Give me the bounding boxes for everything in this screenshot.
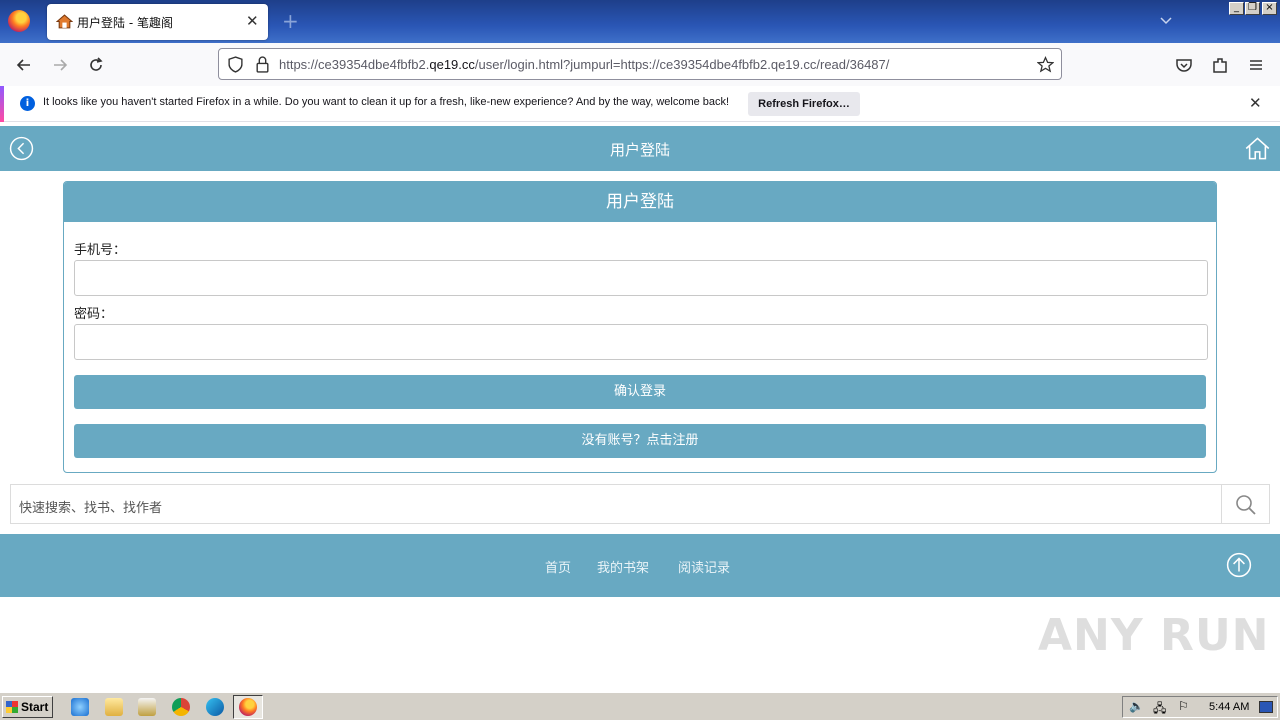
home-icon[interactable] [1244, 135, 1271, 162]
password-input[interactable] [74, 324, 1208, 360]
url-suffix: /user/login.html?jumpurl=https://ce39354… [474, 57, 890, 72]
firefox-logo-icon[interactable] [8, 10, 30, 32]
footer-link-bookshelf[interactable]: 我的书架 [597, 557, 649, 576]
notification-accent-stripe [0, 86, 4, 122]
show-desktop-icon[interactable] [1259, 701, 1273, 713]
list-all-tabs-icon[interactable] [1158, 12, 1174, 28]
tab-title: 用户登陆 - 笔趣阁 [77, 16, 173, 30]
menu-hamburger-icon[interactable] [1246, 55, 1266, 75]
chrome-icon[interactable] [172, 698, 190, 716]
back-arrow-icon[interactable] [14, 55, 34, 75]
search-button[interactable] [1221, 485, 1269, 523]
window-close-button[interactable]: × [1262, 2, 1277, 15]
padlock-icon[interactable] [255, 56, 270, 73]
reload-icon[interactable] [86, 55, 106, 75]
phone-input[interactable] [74, 260, 1208, 296]
footer-link-history[interactable]: 阅读记录 [678, 557, 730, 576]
anyrun-watermark: ANY RUN [1038, 610, 1270, 661]
browser-tab-strip: 用户登陆 - 笔趣阁 ✕ + _ ❐ × [0, 0, 1280, 43]
system-tray: 🔈 🖧 ⚐ 5:44 AM [1122, 696, 1278, 718]
new-tab-icon[interactable]: + [282, 9, 299, 33]
pocket-icon[interactable] [1174, 55, 1194, 75]
extensions-icon[interactable] [1210, 55, 1230, 75]
search-box: 快速搜索、找书、找作者 [10, 484, 1270, 524]
firefox-icon [239, 698, 257, 716]
back-to-top-icon[interactable] [1226, 552, 1252, 578]
forward-arrow-icon[interactable] [50, 55, 70, 75]
refresh-firefox-button[interactable]: Refresh Firefox… [748, 92, 860, 116]
browser-tab-active[interactable]: 用户登陆 - 笔趣阁 ✕ [47, 4, 268, 40]
password-label: 密码： [74, 307, 114, 322]
notification-close-icon[interactable]: ✕ [1249, 94, 1262, 112]
window-minimize-button[interactable]: _ [1229, 2, 1244, 15]
phone-label: 手机号： [74, 243, 127, 258]
notification-bar: i It looks like you haven't started Fire… [0, 86, 1280, 122]
tracking-shield-icon[interactable] [227, 56, 244, 73]
login-button[interactable]: 确认登录 [74, 375, 1206, 409]
file-explorer-icon[interactable] [105, 698, 123, 716]
notification-message: It looks like you haven't started Firefo… [43, 96, 730, 108]
taskbar-firefox-button[interactable] [233, 695, 263, 719]
windows-logo-icon [6, 701, 18, 713]
search-icon [1236, 495, 1256, 515]
url-bar[interactable]: https://ce39354dbe4fbfb2.qe19.cc/user/lo… [218, 48, 1062, 80]
login-form-card: 用户登陆 手机号： 密码： 确认登录 没有账号？点击注册 [63, 181, 1217, 473]
start-button[interactable]: Start [2, 696, 53, 718]
site-favicon-icon [56, 14, 73, 29]
register-button[interactable]: 没有账号？点击注册 [74, 424, 1206, 458]
internet-explorer-icon[interactable] [71, 698, 89, 716]
search-input[interactable]: 快速搜索、找书、找作者 [19, 497, 162, 516]
page-title: 用户登陆 [609, 141, 670, 159]
bookmark-star-icon[interactable] [1037, 56, 1054, 73]
card-title: 用户登陆 [64, 182, 1216, 222]
media-player-icon[interactable] [138, 698, 156, 716]
taskbar-clock[interactable]: 5:44 AM [1209, 701, 1249, 713]
page-footer: 首页 我的书架 阅读记录 [0, 534, 1280, 597]
info-icon: i [20, 96, 35, 111]
footer-link-home[interactable]: 首页 [545, 557, 571, 576]
start-label: Start [21, 700, 49, 714]
windows-taskbar: Start 🔈 🖧 ⚐ 5:44 AM [0, 692, 1280, 720]
url-prefix: https://ce39354dbe4fbfb2. [279, 57, 430, 72]
edge-icon[interactable] [206, 698, 224, 716]
page-header: 用户登陆 [0, 126, 1280, 171]
volume-icon[interactable]: 🔈 [1129, 699, 1144, 713]
tab-close-icon[interactable]: ✕ [246, 12, 259, 30]
url-domain: qe19.cc [429, 57, 475, 72]
window-restore-button[interactable]: ❐ [1245, 2, 1260, 15]
network-icon[interactable]: 🖧 [1153, 699, 1166, 720]
url-text[interactable]: https://ce39354dbe4fbfb2.qe19.cc/user/lo… [279, 57, 889, 72]
action-center-flag-icon[interactable]: ⚐ [1178, 699, 1189, 713]
